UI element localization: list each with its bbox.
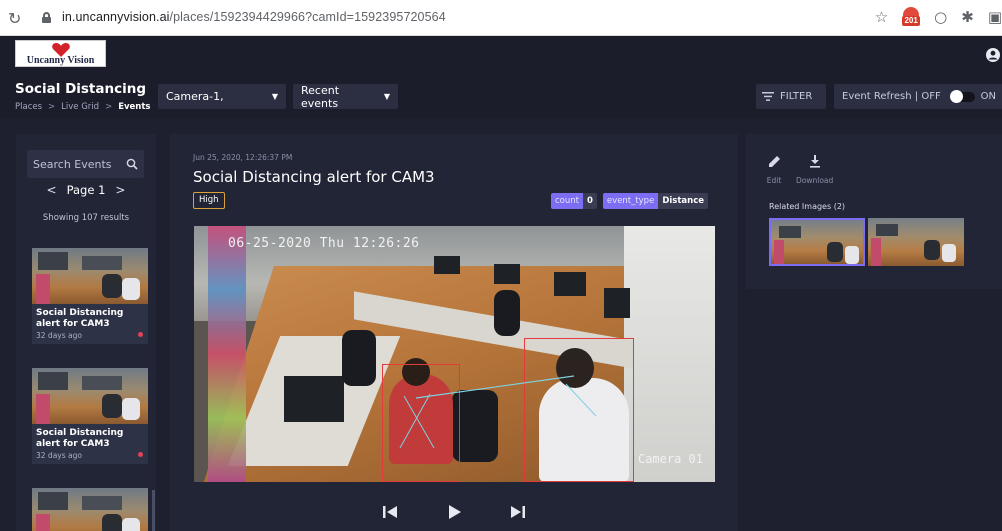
- circle-extension-icon[interactable]: ○: [934, 8, 947, 26]
- filter-label: FILTER: [780, 91, 813, 102]
- related-images-heading: Related Images (2): [769, 202, 845, 211]
- playback-controls: [170, 504, 738, 520]
- event-card-title: Social Distancing alert for CAM3: [36, 308, 124, 329]
- event-timestamp: Jun 25, 2020, 12:26:37 PM: [193, 153, 293, 162]
- event-refresh-toggle[interactable]: [949, 89, 975, 103]
- distance-overlay: [399, 375, 597, 449]
- event-refresh-on-label: ON: [980, 91, 996, 102]
- camera-select-value: Camera-1,: [166, 90, 224, 103]
- edit-button[interactable]: Edit: [766, 154, 782, 185]
- video-timestamp-overlay: 06-25-2020 Thu 12:26:26: [228, 236, 420, 251]
- breadcrumb-places[interactable]: Places: [15, 102, 42, 112]
- related-image-thumbnail[interactable]: [868, 218, 964, 266]
- url-host: in.uncannyvision.ai: [62, 10, 170, 24]
- download-label: Download: [796, 176, 834, 185]
- pencil-icon: [769, 156, 780, 167]
- extension-badge-icon[interactable]: 201: [902, 7, 921, 27]
- tag-count-key: count: [550, 193, 583, 209]
- pagination: < Page 1 >: [16, 183, 156, 197]
- search-events-placeholder: Search Events: [33, 157, 112, 171]
- tag-count: count 0: [550, 193, 597, 209]
- breadcrumb: Places > Live Grid > Events: [15, 102, 150, 112]
- breadcrumb-live-grid[interactable]: Live Grid: [61, 102, 99, 112]
- camera-select[interactable]: Camera-1, ▼: [158, 84, 286, 109]
- lock-icon[interactable]: [42, 12, 51, 23]
- event-refresh-label: Event Refresh | OFF: [842, 91, 941, 102]
- event-card-title: Social Distancing alert for CAM3: [36, 428, 124, 449]
- events-range-select[interactable]: Recent events ▼: [293, 83, 398, 110]
- edit-label: Edit: [766, 176, 782, 185]
- results-count: Showing 107 results: [42, 213, 130, 223]
- caret-down-icon: ▼: [271, 92, 278, 101]
- filter-button[interactable]: FILTER: [756, 84, 826, 109]
- url-path: /places/1592394429966?camId=159239572056…: [169, 10, 446, 24]
- app-header: Uncanny Vision Social Distancing Places …: [0, 36, 1002, 118]
- skip-previous-icon[interactable]: [381, 504, 399, 520]
- event-thumbnail: [32, 368, 148, 424]
- logo-wordmark: Uncanny Vision: [26, 55, 95, 66]
- search-icon[interactable]: [126, 158, 138, 170]
- search-events-input[interactable]: Search Events: [27, 150, 144, 178]
- tag-event-type: event_type Distance: [602, 193, 708, 209]
- brand-logo[interactable]: Uncanny Vision: [15, 40, 106, 67]
- event-thumbnail: [32, 488, 148, 531]
- event-card[interactable]: Social Distancing alert for CAM3 32 days…: [32, 368, 148, 464]
- events-range-value: Recent events: [301, 83, 340, 110]
- alert-dot-icon: [138, 332, 143, 337]
- page-title: Social Distancing: [15, 81, 147, 97]
- chevron-right-icon: >: [48, 102, 56, 112]
- event-thumbnail: [32, 248, 148, 304]
- caret-down-icon: ▼: [383, 92, 390, 101]
- extension-badge-count: 201: [902, 16, 921, 26]
- address-bar[interactable]: in.uncannyvision.ai/places/1592394429966…: [62, 10, 446, 24]
- page-label: Page 1: [66, 183, 106, 197]
- download-button[interactable]: Download: [796, 154, 833, 185]
- tag-event-type-key: event_type: [602, 193, 659, 209]
- event-detail-panel: Jun 25, 2020, 12:26:37 PM Social Distanc…: [170, 134, 738, 531]
- tag-event-type-value: Distance: [658, 193, 708, 209]
- related-image-thumbnail[interactable]: [769, 218, 865, 266]
- browser-toolbar: ↻ in.uncannyvision.ai/places/15923944299…: [0, 0, 1002, 36]
- event-title: Social Distancing alert for CAM3: [193, 168, 435, 186]
- download-icon: [809, 155, 820, 168]
- event-card-time: 32 days ago: [32, 329, 148, 344]
- previous-page-icon[interactable]: <: [47, 183, 57, 197]
- event-card[interactable]: [32, 488, 148, 531]
- event-actions-panel: Edit Download Related Images (2): [746, 134, 1002, 289]
- video-camera-label: Camera 01: [637, 452, 703, 466]
- event-video-frame[interactable]: 06-25-2020 Thu 12:26:26 Camera 01: [194, 226, 715, 482]
- severity-badge: High: [193, 192, 225, 209]
- events-sidebar: Search Events < Page 1 > Showing 107 res…: [16, 134, 156, 531]
- sidebar-scrollbar[interactable]: [152, 490, 155, 531]
- related-images-count: (2): [833, 202, 846, 211]
- toggle-knob: [949, 89, 963, 103]
- breadcrumb-events: Events: [118, 102, 151, 112]
- event-card-time: 32 days ago: [32, 449, 148, 464]
- tag-count-value: 0: [582, 193, 597, 209]
- cast-icon[interactable]: ▣: [988, 8, 1002, 26]
- star-icon[interactable]: ☆: [875, 8, 888, 26]
- related-images-label: Related Images: [769, 202, 832, 211]
- next-page-icon[interactable]: >: [115, 183, 125, 197]
- event-card-ago: 32 days ago: [36, 331, 82, 340]
- alert-dot-icon: [138, 452, 143, 457]
- skip-next-icon[interactable]: [509, 504, 527, 520]
- play-icon[interactable]: [445, 504, 463, 520]
- event-card[interactable]: Social Distancing alert for CAM3 32 days…: [32, 248, 148, 344]
- event-refresh-toggle-group: Event Refresh | OFF ON: [834, 84, 1002, 109]
- chevron-right-icon: >: [105, 102, 113, 112]
- event-card-ago: 32 days ago: [36, 451, 82, 460]
- puzzle-icon[interactable]: ✱: [961, 8, 974, 26]
- user-account-icon[interactable]: [986, 48, 1000, 62]
- event-tags: count 0 event_type Distance: [550, 193, 708, 209]
- reload-icon[interactable]: ↻: [8, 9, 21, 28]
- filter-icon: [762, 92, 774, 101]
